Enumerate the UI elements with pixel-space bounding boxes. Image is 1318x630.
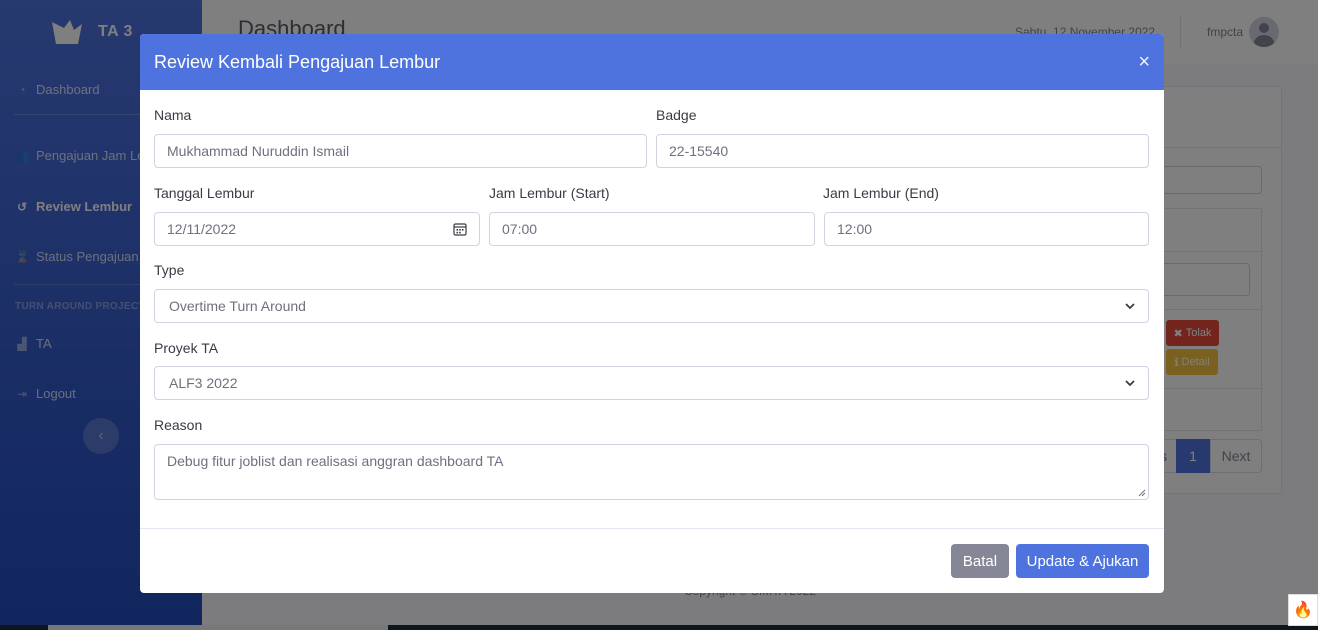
- modal-footer-divider: [140, 528, 1164, 529]
- proyek-value: ALF3 2022: [169, 375, 238, 391]
- calendar-icon[interactable]: [453, 222, 467, 236]
- cancel-button[interactable]: Batal: [951, 544, 1009, 578]
- type-value: Overtime Turn Around: [169, 298, 306, 314]
- jam-start-value: 07:00: [502, 221, 538, 237]
- nama-input[interactable]: Mukhammad Nuruddin Ismail: [154, 134, 647, 168]
- jam-end-input[interactable]: 12:00: [824, 212, 1149, 246]
- jam-end-label: Jam Lembur (End): [823, 185, 939, 201]
- type-label: Type: [154, 262, 185, 278]
- reason-value: Debug fitur joblist dan realisasi anggra…: [167, 453, 504, 469]
- close-icon[interactable]: ×: [1138, 52, 1150, 72]
- chevron-down-icon: [1125, 380, 1135, 387]
- jam-start-input[interactable]: 07:00: [489, 212, 815, 246]
- badge-input[interactable]: 22-15540: [656, 134, 1149, 168]
- modal-title: Review Kembali Pengajuan Lembur: [154, 51, 441, 72]
- modal-header: Review Kembali Pengajuan Lembur ×: [140, 34, 1164, 90]
- reason-label: Reason: [154, 417, 203, 433]
- tanggal-label: Tanggal Lembur: [154, 185, 255, 201]
- badge-value: 22-15540: [669, 143, 729, 159]
- badge-label: Badge: [656, 107, 697, 123]
- chevron-down-icon: [1125, 303, 1135, 310]
- codeigniter-icon[interactable]: 🔥: [1288, 594, 1318, 626]
- resize-handle-icon[interactable]: [1138, 489, 1146, 497]
- nama-label: Nama: [154, 107, 192, 123]
- update-submit-button[interactable]: Update & Ajukan: [1016, 544, 1149, 578]
- reason-textarea[interactable]: Debug fitur joblist dan realisasi anggra…: [154, 444, 1149, 500]
- tanggal-date-input[interactable]: 12/11/2022: [154, 212, 480, 246]
- proyek-label: Proyek TA: [154, 340, 219, 356]
- jam-end-value: 12:00: [837, 221, 873, 237]
- jam-start-label: Jam Lembur (Start): [489, 185, 610, 201]
- review-modal: Review Kembali Pengajuan Lembur × Nama M…: [140, 34, 1164, 593]
- type-select[interactable]: Overtime Turn Around: [154, 289, 1149, 323]
- proyek-select[interactable]: ALF3 2022: [154, 366, 1149, 400]
- nama-value: Mukhammad Nuruddin Ismail: [167, 143, 350, 159]
- tanggal-value: 12/11/2022: [167, 221, 237, 237]
